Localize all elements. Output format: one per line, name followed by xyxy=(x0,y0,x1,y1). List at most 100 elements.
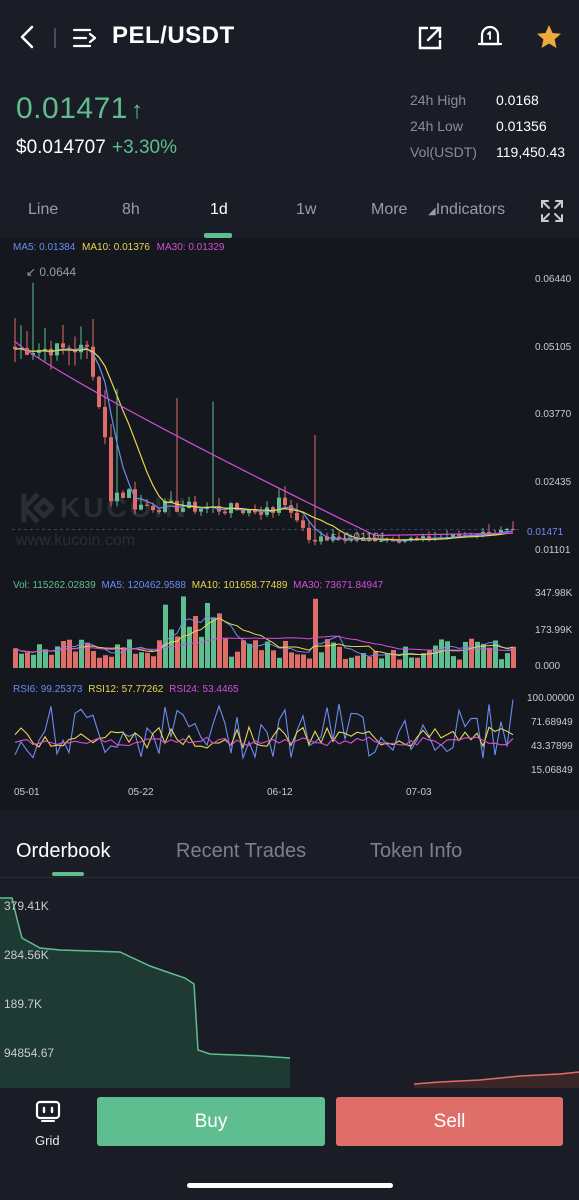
high-marker-value: 0.0644 xyxy=(39,265,77,279)
stat-label-low: 24h Low xyxy=(410,118,463,134)
usd-price: $0.014707 xyxy=(16,137,106,158)
stat-value-high: 0.0168 xyxy=(496,92,539,108)
tab-1d[interactable]: 1d xyxy=(210,201,228,219)
volume-bar xyxy=(433,645,438,668)
volume-bar xyxy=(481,643,486,668)
last-price: 0.01471 ↑ xyxy=(16,92,143,126)
vol-ma30-legend: MA30: 73671.84947 xyxy=(293,580,384,591)
candle-body xyxy=(223,511,227,514)
tab-orderbook[interactable]: Orderbook xyxy=(16,840,111,863)
tab-more[interactable]: More xyxy=(371,201,407,219)
back-icon[interactable] xyxy=(14,22,42,52)
candle-body xyxy=(511,528,515,531)
price-axis-label: 0.06440 xyxy=(535,274,572,285)
volume-bar xyxy=(91,650,96,668)
volume-bar xyxy=(385,653,390,668)
menu-icon[interactable] xyxy=(70,24,100,52)
tab-token-info[interactable]: Token Info xyxy=(370,840,462,863)
candle-body xyxy=(199,509,203,512)
candle-body xyxy=(277,497,281,513)
volume-bar xyxy=(445,641,450,668)
pair-title[interactable]: PEL/USDT xyxy=(112,22,235,50)
volume-legend: Vol: 115262.02839 MA5: 120462.9588 MA10:… xyxy=(13,580,383,591)
candle-body xyxy=(421,536,425,539)
last-price-value: 0.01471 xyxy=(16,92,128,125)
volume-bar xyxy=(271,650,276,668)
volume-bar xyxy=(469,638,474,668)
depth-axis-label: 379.41K xyxy=(4,899,49,913)
tab-8h[interactable]: 8h xyxy=(122,201,140,219)
share-icon[interactable] xyxy=(416,24,444,52)
candle-body xyxy=(85,344,89,347)
volume-bar xyxy=(349,657,354,668)
volume-bar xyxy=(301,654,306,668)
candle-body xyxy=(295,512,299,521)
volume-bar xyxy=(475,641,480,668)
rsi6-line xyxy=(14,699,514,761)
depth-axis-label: 189.7K xyxy=(4,997,43,1011)
price-axis-label: 0.01101 xyxy=(535,545,571,556)
volume-bar xyxy=(289,652,294,668)
volume-bar xyxy=(451,656,456,668)
price-up-arrow-icon: ↑ xyxy=(130,97,144,124)
price-alert-icon[interactable] xyxy=(476,22,504,52)
indicators-button[interactable]: ◢Indicators xyxy=(428,201,505,219)
date-axis-label: 05-01 xyxy=(14,787,40,798)
vol-ma5-legend: MA5: 120462.9588 xyxy=(101,580,186,591)
volume-axis-label: 347.98K xyxy=(535,588,573,599)
volume-bar xyxy=(193,615,198,668)
favorite-star-icon[interactable] xyxy=(535,23,563,51)
volume-bar xyxy=(67,639,72,668)
volume-bar xyxy=(133,653,138,668)
volume-axis-label: 0.000 xyxy=(535,661,561,672)
volume-bar xyxy=(373,651,378,668)
tab-line[interactable]: Line xyxy=(28,201,58,219)
candle-body xyxy=(397,541,401,543)
buy-button[interactable]: Buy xyxy=(97,1097,325,1146)
volume-bar xyxy=(379,658,384,668)
candle-body xyxy=(97,376,101,407)
volume-bar xyxy=(511,646,516,668)
volume-bar xyxy=(235,651,240,668)
price-axis-label: 0.03770 xyxy=(535,409,572,420)
volume-bar xyxy=(139,652,144,668)
grid-label[interactable]: Grid xyxy=(35,1133,60,1148)
volume-bar xyxy=(127,639,132,668)
candle-body xyxy=(157,510,161,512)
candle-body xyxy=(313,539,317,542)
candle-body xyxy=(145,504,149,506)
volume-bar xyxy=(103,655,108,668)
candle-body xyxy=(505,528,509,531)
stat-value-vol: 119,450.43 xyxy=(496,144,566,160)
rsi-legend: RSI6: 99.25373 RSI12: 57.77262 RSI24: 53… xyxy=(13,684,239,695)
volume-bar xyxy=(241,640,246,668)
tab-recent-trades[interactable]: Recent Trades xyxy=(176,840,306,863)
fullscreen-icon[interactable] xyxy=(539,198,565,224)
volume-bar xyxy=(265,641,270,668)
tab-1w[interactable]: 1w xyxy=(296,201,316,219)
rsi24-legend: RSI24: 53.4465 xyxy=(169,684,239,695)
candle-body xyxy=(301,520,305,528)
candle-body xyxy=(181,507,185,512)
candle-body xyxy=(151,505,155,511)
sell-button[interactable]: Sell xyxy=(336,1097,563,1146)
volume-bar xyxy=(457,659,462,668)
candle-body xyxy=(283,497,287,506)
volume-axis-label: 173.99K xyxy=(535,625,573,636)
current-price-tag: 0.01471 xyxy=(527,527,563,538)
volume-bar xyxy=(505,653,510,668)
volume-bar xyxy=(319,652,324,668)
volume-bar xyxy=(37,644,42,668)
candle-body xyxy=(133,489,137,510)
candle-body xyxy=(127,489,131,498)
volume-bar xyxy=(205,602,210,668)
grid-bot-icon[interactable] xyxy=(34,1099,62,1123)
volume-bar xyxy=(409,657,414,668)
depth-chart[interactable] xyxy=(0,878,579,1088)
volume-bar xyxy=(325,639,330,668)
candlestick-chart[interactable] xyxy=(0,238,579,810)
date-axis-label: 07-03 xyxy=(406,787,432,798)
rsi-axis-label: 100.00000 xyxy=(527,693,575,704)
volume-bar xyxy=(283,640,288,668)
volume-bar xyxy=(331,642,336,668)
